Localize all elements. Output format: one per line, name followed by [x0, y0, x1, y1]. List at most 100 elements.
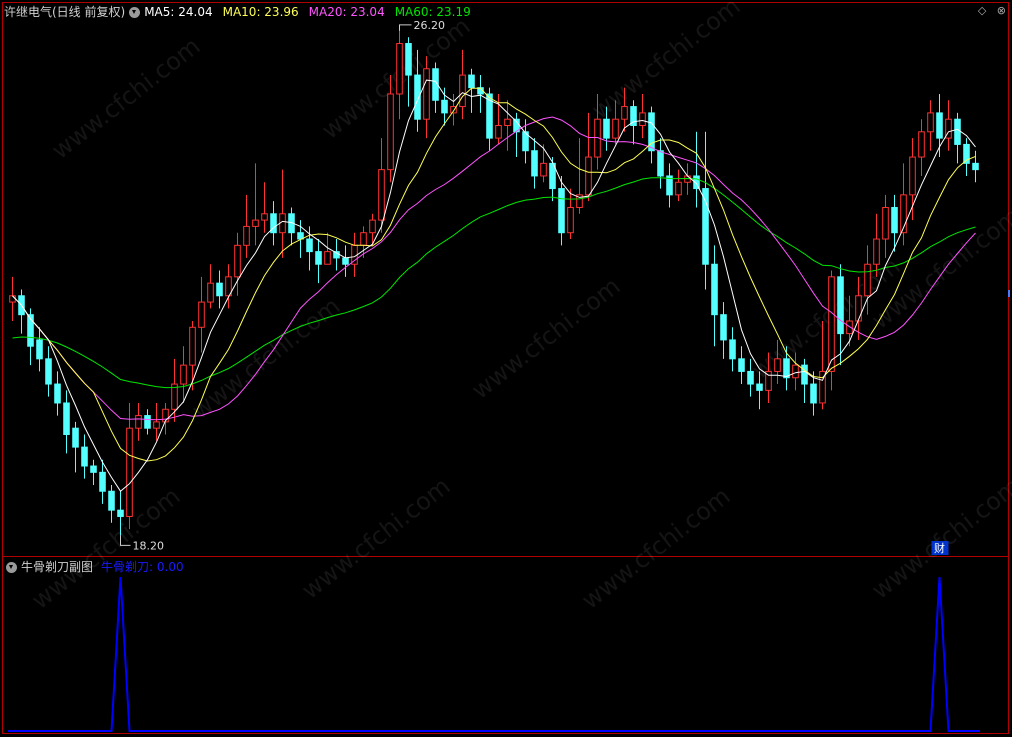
candle: [153, 402, 160, 441]
close-icon[interactable]: ⊗: [997, 4, 1006, 17]
candle: [18, 289, 25, 334]
candle: [306, 226, 313, 271]
candle-body-up: [324, 251, 331, 265]
candle-body-up: [927, 112, 934, 133]
candle: [828, 270, 835, 391]
candle-body-up: [378, 169, 385, 221]
candle-body-up: [684, 175, 691, 183]
candle-body-down: [405, 43, 412, 76]
candle-body-up: [882, 206, 889, 240]
chart-frame: www.cfchi.com www.cfchi.com www.cfchi.com w…: [0, 0, 1012, 737]
candle: [54, 371, 61, 416]
sub-title: 牛骨剃刀副图: [21, 560, 94, 574]
watermark-text: www.cfchi.com: [576, 482, 735, 615]
candle-body-down: [117, 509, 124, 517]
sub-chart-header: 牛骨剃刀副图 牛骨剃刀: 0.00: [4, 558, 184, 576]
candle: [693, 131, 700, 208]
candle-body-down: [711, 263, 718, 316]
candle: [540, 144, 547, 183]
fin-marker-text: 财: [934, 541, 945, 555]
candle-body-down: [729, 339, 736, 360]
candle-body-down: [738, 358, 745, 372]
candle-body-down: [558, 188, 565, 234]
candle-body-down: [657, 150, 664, 177]
candle: [684, 163, 691, 195]
candle-body-up: [135, 415, 142, 429]
candle: [63, 390, 70, 454]
candle-body-down: [441, 99, 448, 114]
candle: [945, 100, 952, 151]
candle-body-down: [342, 257, 349, 265]
candle-body-down: [63, 402, 70, 435]
candle: [675, 169, 682, 202]
candle: [738, 346, 745, 385]
candle: [558, 175, 565, 246]
candle: [729, 327, 736, 372]
candle-body-down: [54, 383, 61, 404]
candle-body-down: [81, 446, 88, 467]
candle: [216, 270, 223, 309]
candle-body-down: [90, 465, 97, 473]
candle-body-up: [153, 421, 160, 429]
candle-body-down: [756, 383, 763, 391]
candle: [576, 138, 583, 214]
candle: [639, 93, 646, 139]
candle-body-up: [243, 225, 250, 246]
candle: [711, 245, 718, 347]
candle: [441, 87, 448, 126]
candle: [567, 188, 574, 240]
candle-body-up: [387, 93, 394, 171]
candle-body-up: [567, 206, 574, 234]
candle-body-down: [702, 188, 709, 265]
candle-body-up: [234, 244, 241, 278]
candle-body-up: [621, 106, 628, 120]
candle-body-up: [864, 263, 871, 297]
candle-body-up: [189, 326, 196, 366]
candle: [423, 56, 430, 139]
ma60-value: MA60: 23.19: [394, 5, 471, 19]
candle: [468, 68, 475, 113]
candle-body-down: [72, 427, 79, 448]
candle: [288, 207, 295, 246]
candle-body-up: [612, 118, 619, 139]
candle-body-up: [9, 295, 16, 303]
candle-body-down: [747, 370, 754, 385]
main-title: 许继电气(日线 前复权): [4, 5, 126, 19]
candle: [666, 163, 673, 208]
ma20-value: MA20: 23.04: [308, 5, 385, 19]
candle: [972, 150, 979, 183]
candle-body-down: [531, 150, 538, 177]
candle: [630, 100, 637, 145]
watermark-text: www.cfchi.com: [46, 32, 205, 165]
candle-body-down: [468, 74, 475, 89]
candle-body-up: [909, 156, 916, 196]
candle: [81, 434, 88, 479]
candle-body-up: [855, 295, 862, 322]
candle-body-up: [198, 301, 205, 328]
candle: [927, 100, 934, 151]
sub-dropdown-icon[interactable]: [6, 561, 17, 573]
chart-canvas[interactable]: www.cfchi.com www.cfchi.com www.cfchi.comw…: [0, 0, 1012, 737]
candle-body-down: [99, 471, 106, 492]
candle: [963, 138, 970, 176]
dropdown-icon[interactable]: [129, 6, 141, 18]
candle: [657, 138, 664, 189]
candle: [801, 358, 808, 403]
candle: [882, 194, 889, 258]
candle: [909, 138, 916, 221]
candle: [108, 484, 115, 523]
panel-corner-icons: ◇ ⊗: [978, 4, 1006, 17]
candle-body-down: [36, 339, 43, 360]
candle: [243, 194, 250, 258]
expand-icon[interactable]: ◇: [978, 4, 986, 17]
candle-body-up: [774, 358, 781, 372]
watermark-text: www.cfchi.com: [296, 472, 455, 605]
candle-body-down: [216, 282, 223, 297]
candle: [333, 239, 340, 271]
candle-body-up: [792, 364, 799, 379]
high-marker: [399, 24, 412, 31]
candle: [585, 112, 592, 202]
candle-body-up: [504, 118, 511, 127]
candle-body-up: [360, 232, 367, 246]
candle: [504, 100, 511, 151]
